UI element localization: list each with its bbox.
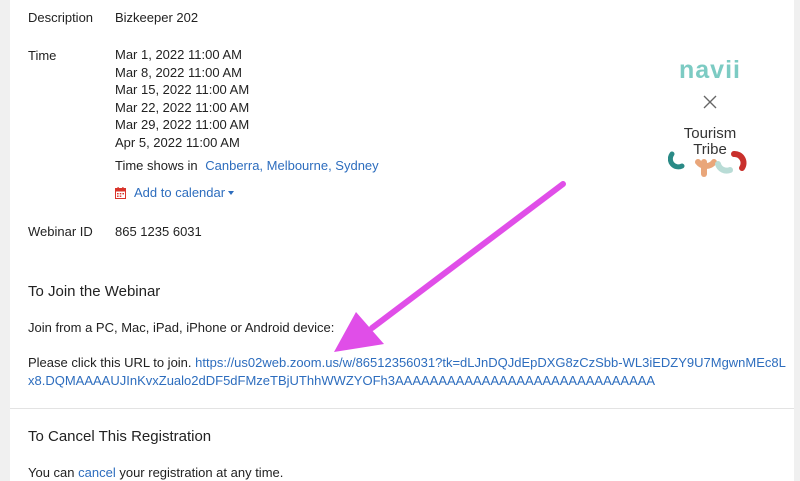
annotation-arrow-icon: [334, 181, 566, 352]
